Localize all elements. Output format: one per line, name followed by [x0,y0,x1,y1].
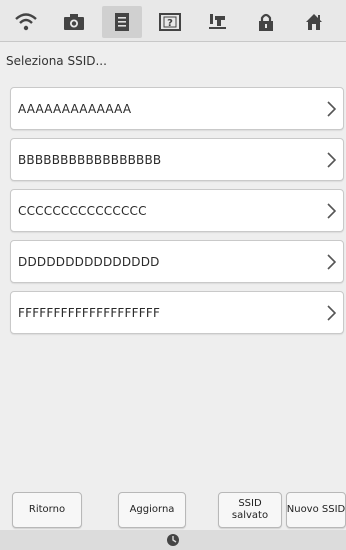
refresh-button[interactable]: Aggiorna [118,492,186,528]
wifi-icon [15,13,37,31]
chevron-right-icon [323,201,339,221]
back-button[interactable]: Ritorno [12,492,82,528]
tab-document[interactable] [102,6,142,38]
status-bar [0,530,346,550]
tab-machine[interactable] [198,6,238,38]
chevron-right-icon [323,303,339,323]
tab-help[interactable]: ? [150,6,190,38]
home-icon [306,14,322,30]
ssid-list-item[interactable]: DDDDDDDDDDDDDDD [10,240,344,283]
machine-icon [209,14,226,29]
ssid-list-item[interactable]: FFFFFFFFFFFFFFFFFFFF [10,291,344,334]
ssid-list-item[interactable]: CCCCCCCCCCCCCCC [10,189,344,232]
tab-home[interactable] [294,6,334,38]
ssid-list-item[interactable]: BBBBBBBBBBBBBBBBB [10,138,344,181]
ssid-label: DDDDDDDDDDDDDDD [18,254,160,269]
help-icon: ? [159,13,181,31]
tab-wifi[interactable] [6,6,46,38]
ssid-label: FFFFFFFFFFFFFFFFFFFF [18,305,161,320]
top-tab-bar: ? [0,0,346,42]
tab-lock[interactable] [246,6,286,38]
chevron-right-icon [323,99,339,119]
ssid-label: CCCCCCCCCCCCCCC [18,203,147,218]
ssid-label: BBBBBBBBBBBBBBBBB [18,152,162,167]
clock-icon [167,534,179,546]
ssid-list-item[interactable]: AAAAAAAAAAAAA [10,87,344,130]
svg-text:?: ? [167,18,173,29]
chevron-right-icon [323,252,339,272]
chevron-right-icon [323,150,339,170]
new-ssid-button[interactable]: Nuovo SSID [286,492,346,528]
saved-ssid-button[interactable]: SSID salvato [218,492,282,528]
document-icon [115,13,129,31]
page-title: Seleziona SSID... [6,54,107,68]
ssid-label: AAAAAAAAAAAAA [18,101,132,116]
lock-icon [259,13,273,31]
tab-camera[interactable] [54,6,94,38]
camera-icon [64,14,84,30]
